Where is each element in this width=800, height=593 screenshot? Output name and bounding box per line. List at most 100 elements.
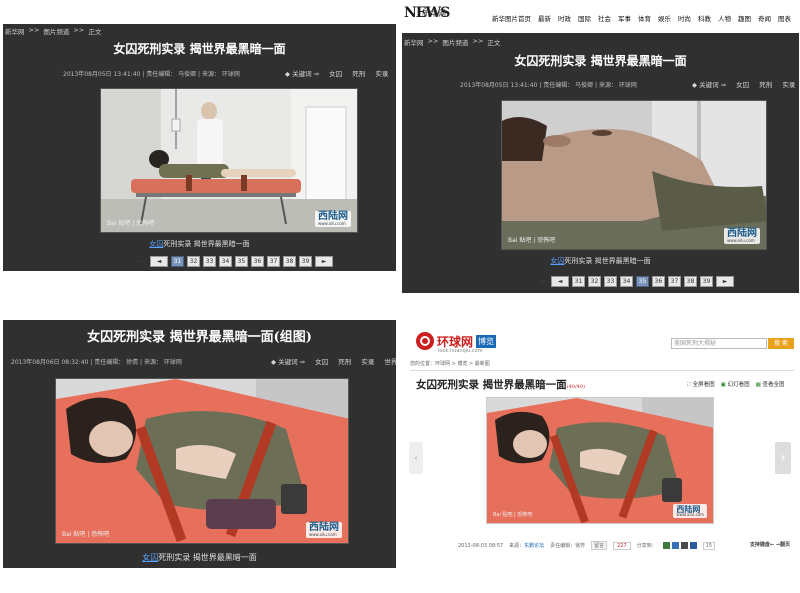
logo-badge: 博览 xyxy=(476,334,497,348)
content-area: 新华网 >> 图片频道 >> 正文 女囚死刑实录 揭世界最黑暗一面 2013年0… xyxy=(402,33,799,293)
keyword-link[interactable]: 女囚 xyxy=(315,358,328,366)
panel-xinhua-2: NEWS 新华网 新华图片首页 最新 时政 国际 社会 军事 体育 娱乐 时尚 … xyxy=(402,3,799,293)
keyword-link[interactable]: 实录 xyxy=(361,358,374,366)
nav-item[interactable]: 社会 xyxy=(598,13,611,23)
pager-page[interactable]: 38 xyxy=(684,276,697,287)
keyword-bar: ◆ 关键词 ⇒ 女囚 死刑 实录 世界 xyxy=(271,356,396,366)
keyword-link[interactable]: 世界 xyxy=(384,358,396,366)
pager-page[interactable]: 37 xyxy=(668,276,681,287)
pager-page[interactable]: 33 xyxy=(203,256,216,267)
restrained-woman-photo xyxy=(56,379,348,543)
keyword-link[interactable]: 实录 xyxy=(375,70,388,78)
watermark-url: www.xilu.com xyxy=(676,512,704,517)
comment-count: 227 xyxy=(613,541,631,550)
footer-editor: 责任编辑：徐芳 xyxy=(550,543,586,549)
pager-page[interactable]: 35 xyxy=(636,276,649,287)
pager-prev-button[interactable]: ◄ xyxy=(150,256,168,267)
nav-item[interactable]: 新华图片首页 xyxy=(492,13,531,23)
keyword-link[interactable]: 女囚 xyxy=(329,70,342,78)
pager-page[interactable]: 32 xyxy=(588,276,601,287)
pager-first-button[interactable]: ⋯ xyxy=(137,256,147,267)
pager-page[interactable]: 36 xyxy=(652,276,665,287)
pager-page[interactable]: 35 xyxy=(235,256,248,267)
breadcrumb-home-link[interactable]: 新华网 xyxy=(404,37,424,47)
nav-item[interactable]: 体育 xyxy=(638,13,651,23)
pager-page[interactable]: 39 xyxy=(700,276,713,287)
pager: ⋯ ◄ 31 32 33 34 35 36 37 38 39 ► xyxy=(137,256,333,267)
main-photo[interactable]: Bai 贴吧 | 恐怖吧 西陆网 www.xilu.com xyxy=(501,100,767,250)
nav-item[interactable]: 最新 xyxy=(538,13,551,23)
next-photo-button[interactable]: › xyxy=(775,442,791,474)
fullscreen-button[interactable]: ⛶ 全屏看图 xyxy=(687,380,715,389)
source-link[interactable]: 东鹏论坛 xyxy=(524,543,544,549)
breadcrumb-sep: >> xyxy=(427,37,439,45)
slideshow-button[interactable]: ▣ 幻灯看图 xyxy=(721,380,750,389)
grid-icon: ▦ xyxy=(755,382,761,388)
breadcrumb-home-link[interactable]: 新华网 xyxy=(5,26,25,36)
nav-item[interactable]: 趣图 xyxy=(738,13,751,23)
nav-item[interactable]: 军事 xyxy=(618,13,631,23)
pager-next-button[interactable]: ► xyxy=(315,256,333,267)
breadcrumb-channel-link[interactable]: 图片频道 xyxy=(43,26,69,36)
action-label: 全屏看图 xyxy=(692,382,715,388)
pager-prev-button[interactable]: ◄ xyxy=(551,276,569,287)
pager-page[interactable]: 31 xyxy=(171,256,184,267)
photo-caption: 女囚死刑实录 揭世界最黑暗一面 xyxy=(3,552,396,563)
caption-link[interactable]: 女囚 xyxy=(142,553,158,562)
view-all-button[interactable]: ▦ 查看全图 xyxy=(756,380,785,389)
share-weibo-icon[interactable] xyxy=(662,542,670,549)
prev-photo-button[interactable]: ‹ xyxy=(409,442,423,474)
pager: ⋯ ◄ 31 32 33 34 35 36 37 38 39 ► xyxy=(538,276,734,287)
nav-item[interactable]: 国际 xyxy=(578,13,591,23)
pager-page[interactable]: 34 xyxy=(219,256,232,267)
nav-item[interactable]: 图表 xyxy=(778,13,791,23)
pager-page[interactable]: 34 xyxy=(620,276,633,287)
share-icons xyxy=(662,542,697,549)
pager-page[interactable]: 32 xyxy=(187,256,200,267)
pager-page[interactable]: 38 xyxy=(283,256,296,267)
main-photo[interactable]: Bai 贴吧 | 恐怖吧 西陆网 www.xilu.com xyxy=(100,88,358,233)
pager-first-button[interactable]: ⋯ xyxy=(538,276,548,287)
pager-page[interactable]: 31 xyxy=(572,276,585,287)
pager-page[interactable]: 37 xyxy=(267,256,280,267)
page-title: 女囚死刑实录 揭世界最黑暗一面(40/40) xyxy=(416,377,585,392)
share-qzone-icon[interactable] xyxy=(671,542,679,549)
nav-item[interactable]: 娱乐 xyxy=(658,13,671,23)
keyword-link[interactable]: 女囚 xyxy=(736,81,749,89)
nav-item[interactable]: 时尚 xyxy=(678,13,691,23)
share-renren-icon[interactable] xyxy=(680,542,688,549)
logo-text: 环球网 xyxy=(437,334,474,349)
keyword-link[interactable]: 死刑 xyxy=(759,81,772,89)
keyword-link[interactable]: 死刑 xyxy=(352,70,365,78)
breadcrumb-channel-link[interactable]: 图片频道 xyxy=(442,37,468,47)
comment-label: 留言 xyxy=(594,543,605,549)
keyword-bar: ◆ 关键词 ⇒ 女囚 死刑 实录 世界 xyxy=(692,79,799,89)
search-button[interactable]: 搜 索 xyxy=(768,338,794,349)
comment-button[interactable]: 留言 xyxy=(591,541,608,550)
nav-item[interactable]: 科教 xyxy=(698,13,711,23)
watermark-url: www.xilu.com xyxy=(318,221,346,226)
search-input[interactable]: 美国死刑大揭秘 xyxy=(671,338,767,349)
keyword-link[interactable]: 实录 xyxy=(782,81,795,89)
watermark-url: www.xilu.com xyxy=(309,532,337,537)
caption-link[interactable]: 女囚 xyxy=(550,257,564,265)
xinhua-logo[interactable]: NEWS 新华网 xyxy=(404,5,454,31)
pager-page[interactable]: 36 xyxy=(251,256,264,267)
main-photo[interactable]: Bai 贴吧 | 恐怖吧 西陆网 www.xilu.com xyxy=(55,378,349,544)
top-nav: 新华图片首页 最新 时政 国际 社会 军事 体育 娱乐 时尚 科教 人物 趣图 … xyxy=(492,13,791,23)
logo-url: look.huanqiu.com xyxy=(438,348,483,354)
title-text: 女囚死刑实录 揭世界最黑暗一面 xyxy=(416,379,567,391)
nav-item[interactable]: 奇闻 xyxy=(758,13,771,23)
nav-item[interactable]: 人物 xyxy=(718,13,731,23)
xilu-watermark: 西陆网 www.xilu.com xyxy=(673,504,707,518)
share-kaixin-icon[interactable] xyxy=(689,542,697,549)
pager-page[interactable]: 39 xyxy=(299,256,312,267)
caption-link[interactable]: 女囚 xyxy=(149,240,163,248)
keyword-link[interactable]: 死刑 xyxy=(338,358,351,366)
breadcrumb-current: 正文 xyxy=(88,28,102,36)
pager-page[interactable]: 33 xyxy=(604,276,617,287)
main-photo[interactable]: Bai 贴吧 | 恐怖吧 西陆网 www.xilu.com xyxy=(486,397,714,524)
nav-item[interactable]: 时政 xyxy=(558,13,571,23)
pager-next-button[interactable]: ► xyxy=(716,276,734,287)
keywords-label: ◆ 关键词 ⇒ xyxy=(271,358,306,366)
